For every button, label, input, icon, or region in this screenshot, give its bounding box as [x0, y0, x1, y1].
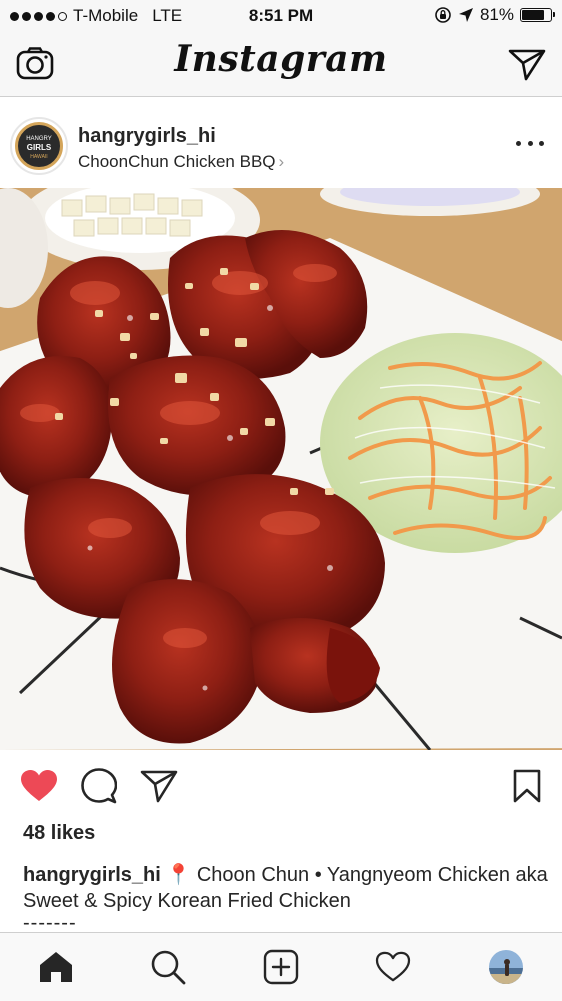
post-actions [0, 750, 562, 824]
post-avatar[interactable]: HANGRY GIRLS HAWAII [10, 117, 68, 175]
paper-plane-icon [140, 770, 178, 803]
post-caption: hangrygirls_hi 📍 Choon Chun • Yangnyeom … [23, 862, 548, 914]
like-button[interactable] [19, 766, 59, 806]
tab-home[interactable] [36, 947, 76, 987]
post-username[interactable]: hangrygirls_hi [78, 125, 216, 148]
post-header: HANGRY GIRLS HAWAII hangrygirls_hi Choon… [0, 97, 562, 188]
location-label: ChoonChun Chicken BBQ [78, 152, 276, 171]
more-dot [527, 140, 533, 146]
avatar-logo: HANGRY GIRLS HAWAII [15, 122, 63, 170]
location-arrow-icon [458, 8, 473, 22]
home-icon [40, 952, 72, 982]
battery-percent: 81% [479, 5, 514, 24]
more-dot [539, 140, 544, 146]
svg-text:HAWAII: HAWAII [30, 154, 47, 160]
tab-add[interactable] [261, 947, 301, 987]
search-icon [151, 950, 186, 985]
carrier-name: T-Mobile [73, 6, 139, 25]
post-photo[interactable] [0, 188, 562, 750]
heart-outline-icon [375, 951, 411, 982]
more-dot [516, 140, 521, 146]
direct-messages-button[interactable] [507, 44, 547, 84]
bookmark-icon [513, 769, 541, 803]
network-type: LTE [152, 6, 183, 25]
status-bar: T-Mobile LTE 8:51 PM 81% [0, 0, 562, 32]
comment-bubble-icon [81, 768, 117, 804]
bottom-tab-bar [0, 932, 562, 1001]
location-pin-icon: 📍 [166, 864, 192, 886]
signal-strength-icon [10, 11, 67, 21]
paper-plane-icon [508, 49, 546, 81]
status-left: T-Mobile LTE [10, 6, 182, 26]
likes-count[interactable]: 48 likes [23, 822, 95, 845]
camera-icon [16, 47, 54, 80]
add-post-icon [263, 949, 299, 985]
status-right: 81% [434, 5, 555, 25]
post-location[interactable]: ChoonChun Chicken BBQ › [78, 152, 284, 172]
svg-text:HANGRY: HANGRY [26, 136, 52, 142]
camera-button[interactable] [15, 44, 55, 84]
share-button[interactable] [139, 766, 179, 806]
comment-button[interactable] [79, 766, 119, 806]
food-photo-illustration [0, 188, 562, 750]
tab-search[interactable] [148, 947, 188, 987]
caption-username[interactable]: hangrygirls_hi [23, 864, 161, 886]
save-button[interactable] [507, 766, 547, 806]
chevron-right-icon: › [278, 152, 285, 171]
instagram-logo: Instagram [174, 38, 388, 80]
more-options-button[interactable] [516, 133, 544, 153]
heart-filled-icon [21, 770, 57, 801]
svg-text:GIRLS: GIRLS [27, 143, 52, 152]
tab-profile[interactable] [486, 947, 526, 987]
battery-icon [520, 8, 555, 22]
orientation-lock-icon [435, 7, 451, 23]
profile-avatar-icon [489, 950, 523, 984]
top-nav-bar: Instagram [0, 32, 562, 97]
tab-activity[interactable] [373, 947, 413, 987]
